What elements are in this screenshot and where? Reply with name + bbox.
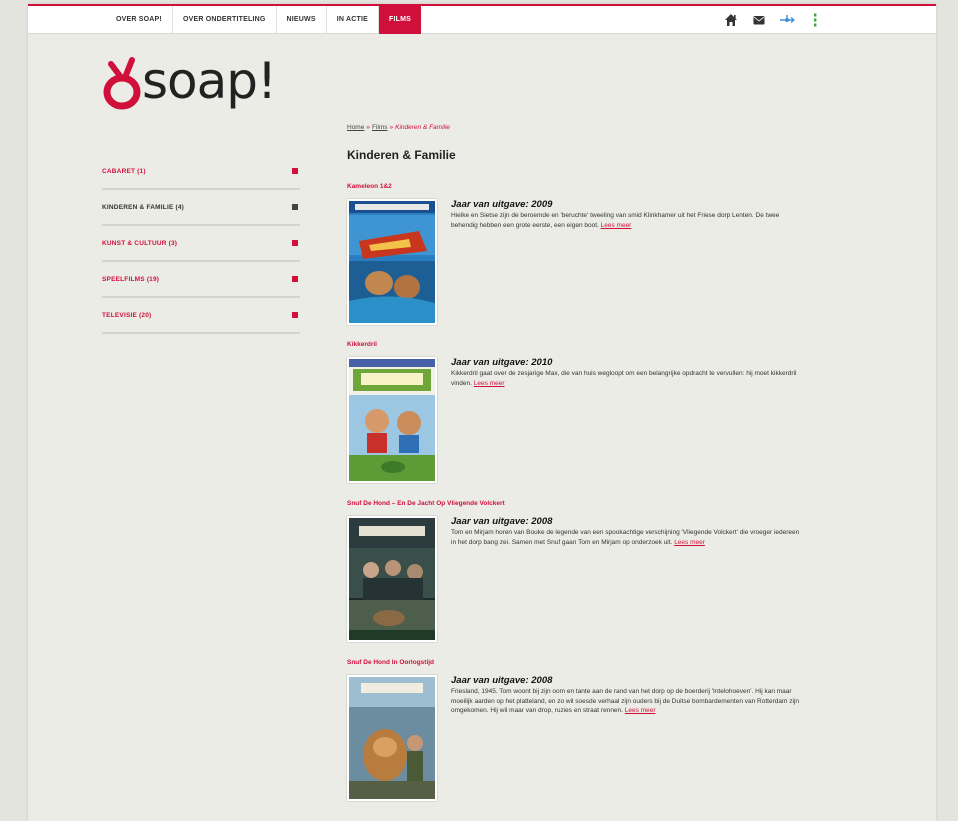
sidebar-item-speelfilms[interactable]: SPEELFILMS (19) — [102, 262, 300, 298]
film-description: Tom en Mirjam horen van Bouke de legende… — [451, 528, 801, 547]
nav-item-over-ondertiteling[interactable]: OVER ONDERTITELING — [173, 6, 277, 34]
breadcrumb-separator: » — [389, 124, 394, 131]
film-description: Kikkerdril gaat over de zesjarige Max, d… — [451, 369, 801, 388]
breadcrumb: Home» Films» Kinderen & Familie — [347, 122, 807, 134]
film-info: Jaar van uitgave: 2010 Kikkerdril gaat o… — [451, 357, 801, 388]
film-poster[interactable] — [347, 675, 437, 801]
film-description: Friesland, 1945. Tom woont bij zijn oom … — [451, 687, 801, 716]
square-bullet-icon — [292, 240, 298, 246]
sidebar-item-cabaret[interactable]: CABARET (1) — [102, 154, 300, 190]
square-bullet-icon — [292, 204, 298, 210]
share-icon[interactable] — [779, 12, 795, 28]
film-title-link[interactable]: Snuf De Hond – En De Jacht Op Vliegende … — [347, 499, 807, 509]
breadcrumb-home-link[interactable]: Home — [347, 124, 364, 131]
film-description: Hielke en Sietse zijn de beroemde en 'be… — [451, 211, 801, 230]
film-item: Kameleon 1&2 Jaar van uitgave: 2009 Hiel… — [347, 182, 807, 325]
top-icons — [723, 12, 823, 28]
read-more-link[interactable]: Lees meer — [474, 380, 505, 387]
soap-logo[interactable]: soap! — [102, 50, 277, 120]
film-info: Jaar van uitgave: 2008 Friesland, 1945. … — [451, 675, 801, 716]
sidebar-item-label: CABARET (1) — [102, 167, 146, 175]
film-title-link[interactable]: Kameleon 1&2 — [347, 182, 807, 192]
sidebar-item-label: KUNST & CULTUUR (3) — [102, 239, 178, 247]
film-year: Jaar van uitgave: 2008 — [451, 516, 553, 527]
breadcrumb-separator: » — [366, 124, 370, 131]
square-bullet-icon — [292, 168, 298, 174]
film-poster[interactable] — [347, 357, 437, 483]
nav-item-nieuws[interactable]: NIEUWS — [277, 6, 327, 34]
film-info: Jaar van uitgave: 2008 Tom en Mirjam hor… — [451, 516, 801, 547]
square-bullet-icon — [292, 276, 298, 282]
top-navigation-bar: OVER SOAP! OVER ONDERTITELING NIEUWS IN … — [28, 4, 936, 34]
poster-image — [349, 518, 435, 640]
read-more-link[interactable]: Lees meer — [625, 707, 656, 714]
film-title-link[interactable]: Snuf De Hond In Oorlogstijd — [347, 658, 807, 668]
film-year: Jaar van uitgave: 2010 — [451, 357, 553, 368]
sidebar-item-kinderen-familie[interactable]: KINDEREN & FAMILIE (4) — [102, 190, 300, 226]
breadcrumb-films-link[interactable]: Films — [372, 124, 388, 131]
sidebar-item-label: TELEVISIE (20) — [102, 311, 152, 319]
read-more-link[interactable]: Lees meer — [674, 539, 705, 546]
main-nav: OVER SOAP! OVER ONDERTITELING NIEUWS IN … — [106, 6, 422, 34]
sidebar-item-televisie[interactable]: TELEVISIE (20) — [102, 298, 300, 334]
tv-logo-icon — [103, 57, 141, 110]
sidebar-item-label: KINDEREN & FAMILIE (4) — [102, 203, 185, 211]
poster-image — [349, 201, 435, 323]
poster-image — [349, 359, 435, 481]
breadcrumb-current: Kinderen & Familie — [395, 124, 451, 131]
main-content: Home» Films» Kinderen & Familie Kinderen &… — [347, 122, 807, 801]
film-year: Jaar van uitgave: 2008 — [451, 675, 553, 686]
nav-item-in-actie[interactable]: IN ACTIE — [327, 6, 380, 34]
film-description-text: Tom en Mirjam horen van Bouke de legende… — [451, 529, 800, 546]
page: OVER SOAP! OVER ONDERTITELING NIEUWS IN … — [28, 4, 936, 821]
read-more-link[interactable]: Lees meer — [601, 222, 632, 229]
square-bullet-icon — [292, 312, 298, 318]
logo-wordmark: soap! — [142, 52, 277, 110]
sidebar-item-kunst-cultuur[interactable]: KUNST & CULTUUR (3) — [102, 226, 300, 262]
film-item: Snuf De Hond In Oorlogstijd Jaar van uit… — [347, 658, 807, 801]
film-poster[interactable] — [347, 199, 437, 325]
menu-dots-icon[interactable] — [807, 12, 823, 28]
film-info: Jaar van uitgave: 2009 Hielke en Sietse … — [451, 199, 801, 230]
category-sidebar: CABARET (1) KINDEREN & FAMILIE (4) KUNST… — [102, 154, 300, 334]
film-item: Kikkerdril Jaar van uitgave: 2010 Kikker… — [347, 340, 807, 483]
page-title: Kinderen & Familie — [347, 148, 456, 162]
film-poster[interactable] — [347, 516, 437, 642]
poster-image — [349, 677, 435, 799]
film-item: Snuf De Hond – En De Jacht Op Vliegende … — [347, 499, 807, 642]
sidebar-item-label: SPEELFILMS (19) — [102, 275, 160, 283]
nav-item-over-soap[interactable]: OVER SOAP! — [106, 6, 173, 34]
home-icon[interactable] — [723, 12, 739, 28]
mail-icon[interactable] — [751, 12, 767, 28]
nav-item-films[interactable]: FILMS — [379, 6, 422, 34]
film-year: Jaar van uitgave: 2009 — [451, 199, 553, 210]
film-title-link[interactable]: Kikkerdril — [347, 340, 807, 350]
